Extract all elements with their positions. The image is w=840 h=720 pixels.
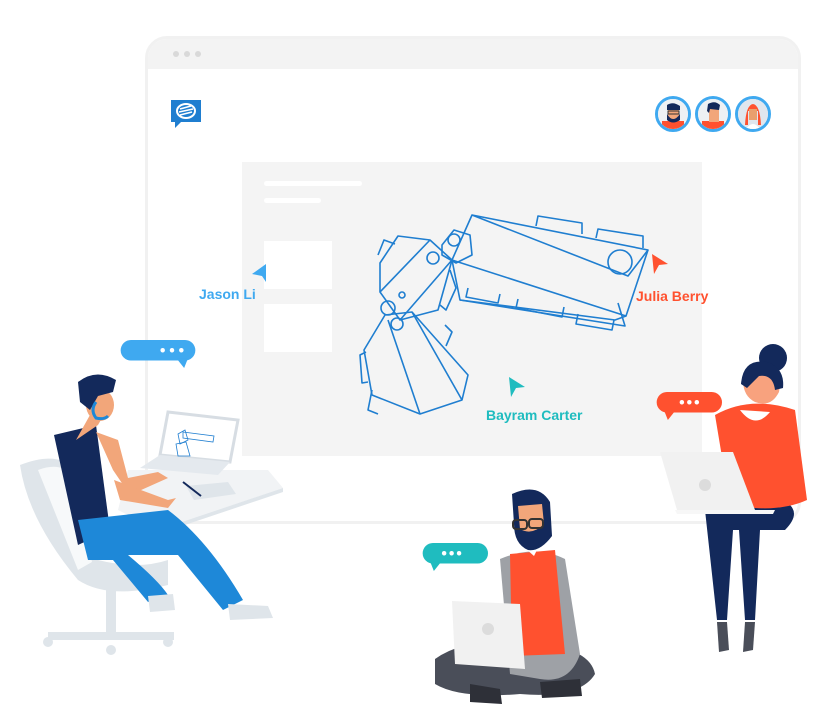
typing-bubble-icon bbox=[120, 340, 196, 368]
drawing-body-edge bbox=[379, 239, 431, 293]
cursor-arrow-icon bbox=[509, 377, 525, 397]
cursor-label: Bayram Carter bbox=[486, 407, 583, 423]
cursor-arrow-icon bbox=[652, 254, 668, 274]
chat-bubble-logo-icon[interactable] bbox=[169, 98, 203, 132]
laptop bbox=[452, 601, 525, 669]
drawing-tab bbox=[367, 389, 379, 415]
window-titlebar bbox=[148, 39, 798, 69]
drawing-joint bbox=[426, 251, 440, 265]
drawing-body-edge bbox=[387, 319, 421, 415]
placeholder-subtitle-bar bbox=[264, 198, 321, 203]
window-control-dot[interactable] bbox=[195, 51, 201, 57]
drawing-joint bbox=[447, 233, 461, 247]
robot-arm-drawing[interactable] bbox=[350, 200, 660, 430]
avatar-woman-icon[interactable] bbox=[735, 96, 771, 132]
cursor-label: Julia Berry bbox=[636, 288, 709, 304]
window-control-dot[interactable] bbox=[173, 51, 179, 57]
drawing-joint bbox=[607, 249, 633, 275]
illustration-person-cross-legged bbox=[435, 489, 595, 704]
illustration-person-at-desk bbox=[20, 374, 283, 655]
drawing-joint bbox=[390, 317, 404, 331]
avatar-man-icon[interactable] bbox=[695, 96, 731, 132]
drawing-arm-segment bbox=[471, 214, 649, 277]
drawing-tab bbox=[444, 324, 453, 347]
placeholder-card[interactable] bbox=[264, 241, 332, 289]
illustration-person-woman-laptop bbox=[660, 344, 807, 652]
cursor-label: Jason Li bbox=[199, 286, 256, 302]
laptop bbox=[158, 410, 240, 464]
drawing-joint bbox=[398, 291, 406, 299]
drawing-body bbox=[363, 311, 469, 415]
collaborator-avatars bbox=[655, 96, 775, 136]
cursor-arrow-icon bbox=[252, 264, 266, 282]
drawing-tab bbox=[535, 215, 583, 234]
placeholder-card[interactable] bbox=[264, 304, 332, 352]
placeholder-title-bar bbox=[264, 181, 362, 186]
drawing-tab bbox=[595, 228, 644, 248]
window-control-dot[interactable] bbox=[184, 51, 190, 57]
drawing-body-edge bbox=[411, 311, 463, 401]
avatar-bearded-man-icon[interactable] bbox=[655, 96, 691, 132]
